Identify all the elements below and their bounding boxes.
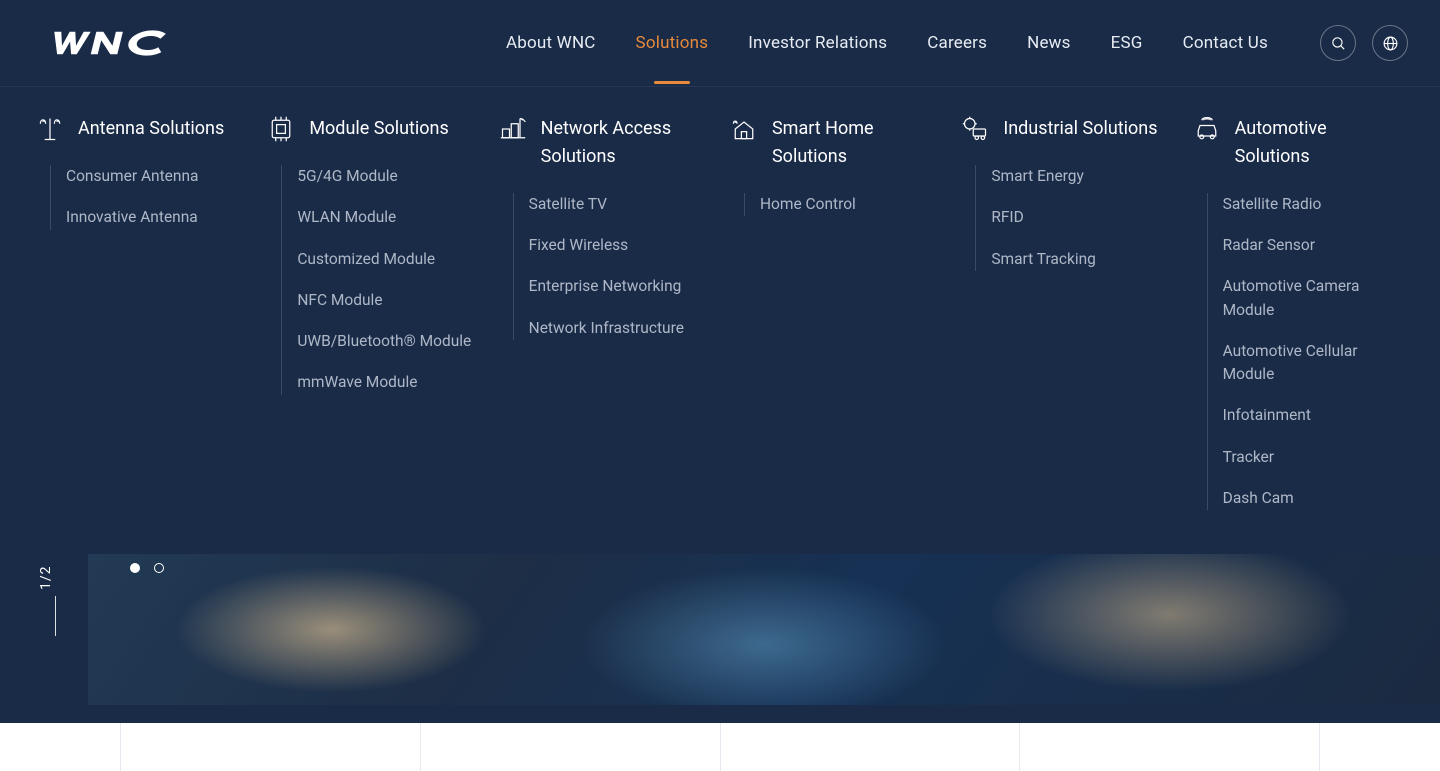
nav-item-news[interactable]: News bbox=[1027, 2, 1071, 84]
hero-dot-2[interactable] bbox=[154, 563, 164, 573]
feature-cards-row bbox=[0, 723, 1440, 771]
mega-col-header[interactable]: Automotive Solutions bbox=[1193, 115, 1404, 171]
mega-col-title: Automotive Solutions bbox=[1235, 115, 1404, 171]
nav-item-esg[interactable]: ESG bbox=[1111, 2, 1143, 84]
mega-item-satellite-radio[interactable]: Satellite Radio bbox=[1223, 193, 1404, 216]
home-icon bbox=[730, 115, 758, 143]
module-icon bbox=[267, 115, 295, 143]
mega-col-title: Antenna Solutions bbox=[78, 115, 224, 143]
hero-dots bbox=[130, 563, 164, 573]
antenna-icon bbox=[36, 115, 64, 143]
mega-col-title: Industrial Solutions bbox=[1003, 115, 1157, 143]
mega-item-consumer-antenna[interactable]: Consumer Antenna bbox=[66, 165, 247, 188]
mega-item-automotive-cellular[interactable]: Automotive Cellular Module bbox=[1223, 340, 1404, 387]
mega-item-dash-cam[interactable]: Dash Cam bbox=[1223, 487, 1404, 510]
feature-card[interactable] bbox=[721, 723, 1021, 771]
feature-card[interactable] bbox=[1020, 723, 1320, 771]
mega-item-radar-sensor[interactable]: Radar Sensor bbox=[1223, 234, 1404, 257]
mega-item-uwb-bluetooth-module[interactable]: UWB/Bluetooth® Module bbox=[297, 330, 478, 353]
hero-dot-1[interactable] bbox=[130, 563, 140, 573]
nav-item-about[interactable]: About WNC bbox=[506, 2, 596, 84]
solutions-mega-menu: Antenna Solutions Consumer Antenna Innov… bbox=[0, 87, 1440, 554]
hero-progress-line bbox=[55, 596, 56, 636]
mega-col-items: Satellite TV Fixed Wireless Enterprise N… bbox=[513, 193, 710, 340]
network-icon bbox=[499, 115, 527, 143]
search-icon bbox=[1330, 35, 1347, 52]
hero-page-sep: / bbox=[38, 574, 54, 581]
mega-item-home-control[interactable]: Home Control bbox=[760, 193, 941, 216]
mega-col-header[interactable]: Smart Home Solutions bbox=[730, 115, 941, 171]
mega-item-innovative-antenna[interactable]: Innovative Antenna bbox=[66, 206, 247, 229]
mega-col-header[interactable]: Antenna Solutions bbox=[36, 115, 247, 143]
mega-col-items: Consumer Antenna Innovative Antenna bbox=[50, 165, 247, 230]
mega-col-smarthome: Smart Home Solutions Home Control bbox=[730, 115, 941, 510]
brand-logo-svg bbox=[48, 29, 174, 57]
globe-icon bbox=[1382, 35, 1399, 52]
industrial-icon bbox=[961, 115, 989, 143]
mega-col-header[interactable]: Industrial Solutions bbox=[961, 115, 1172, 143]
mega-item-fixed-wireless[interactable]: Fixed Wireless bbox=[529, 234, 710, 257]
mega-item-smart-tracking[interactable]: Smart Tracking bbox=[991, 248, 1172, 271]
primary-nav: About WNC Solutions Investor Relations C… bbox=[506, 2, 1408, 84]
mega-item-smart-energy[interactable]: Smart Energy bbox=[991, 165, 1172, 188]
mega-col-network: Network Access Solutions Satellite TV Fi… bbox=[499, 115, 710, 510]
mega-item-tracker[interactable]: Tracker bbox=[1223, 446, 1404, 469]
site-header: About WNC Solutions Investor Relations C… bbox=[0, 0, 1440, 87]
nav-utility-icons bbox=[1320, 25, 1408, 61]
mega-item-5g4g-module[interactable]: 5G/4G Module bbox=[297, 165, 478, 188]
mega-col-title: Network Access Solutions bbox=[541, 115, 710, 171]
mega-item-infotainment[interactable]: Infotainment bbox=[1223, 404, 1404, 427]
hero-image bbox=[88, 554, 1440, 705]
mega-item-automotive-camera[interactable]: Automotive Camera Module bbox=[1223, 275, 1404, 322]
mega-col-header[interactable]: Network Access Solutions bbox=[499, 115, 710, 171]
mega-col-title: Smart Home Solutions bbox=[772, 115, 941, 171]
mega-item-mmwave-module[interactable]: mmWave Module bbox=[297, 371, 478, 394]
mega-col-items: 5G/4G Module WLAN Module Customized Modu… bbox=[281, 165, 478, 395]
automotive-icon bbox=[1193, 115, 1221, 143]
nav-item-solutions[interactable]: Solutions bbox=[636, 2, 709, 84]
feature-card[interactable] bbox=[120, 723, 421, 771]
mega-item-customized-module[interactable]: Customized Module bbox=[297, 248, 478, 271]
hero-page-current: 1 bbox=[38, 581, 54, 590]
mega-col-antenna: Antenna Solutions Consumer Antenna Innov… bbox=[36, 115, 247, 510]
mega-item-rfid[interactable]: RFID bbox=[991, 206, 1172, 229]
mega-col-items: Satellite Radio Radar Sensor Automotive … bbox=[1207, 193, 1404, 510]
mega-item-nfc-module[interactable]: NFC Module bbox=[297, 289, 478, 312]
mega-item-satellite-tv[interactable]: Satellite TV bbox=[529, 193, 710, 216]
mega-item-wlan-module[interactable]: WLAN Module bbox=[297, 206, 478, 229]
nav-item-contact[interactable]: Contact Us bbox=[1183, 2, 1268, 84]
mega-col-header[interactable]: Module Solutions bbox=[267, 115, 478, 143]
mega-col-items: Home Control bbox=[744, 193, 941, 216]
feature-card[interactable] bbox=[421, 723, 721, 771]
mega-item-network-infrastructure[interactable]: Network Infrastructure bbox=[529, 317, 710, 340]
hero-page-total: 2 bbox=[38, 566, 54, 575]
nav-item-careers[interactable]: Careers bbox=[927, 2, 987, 84]
language-button[interactable] bbox=[1372, 25, 1408, 61]
mega-col-items: Smart Energy RFID Smart Tracking bbox=[975, 165, 1172, 271]
brand-logo[interactable] bbox=[48, 29, 174, 57]
hero-pagination: 1/2 bbox=[38, 566, 54, 591]
mega-col-module: Module Solutions 5G/4G Module WLAN Modul… bbox=[267, 115, 478, 510]
hero-carousel: 1/2 bbox=[0, 554, 1440, 723]
mega-item-enterprise-networking[interactable]: Enterprise Networking bbox=[529, 275, 710, 298]
mega-col-title: Module Solutions bbox=[309, 115, 448, 143]
mega-col-industrial: Industrial Solutions Smart Energy RFID S… bbox=[961, 115, 1172, 510]
search-button[interactable] bbox=[1320, 25, 1356, 61]
nav-item-investor[interactable]: Investor Relations bbox=[748, 2, 887, 84]
mega-col-automotive: Automotive Solutions Satellite Radio Rad… bbox=[1193, 115, 1404, 510]
